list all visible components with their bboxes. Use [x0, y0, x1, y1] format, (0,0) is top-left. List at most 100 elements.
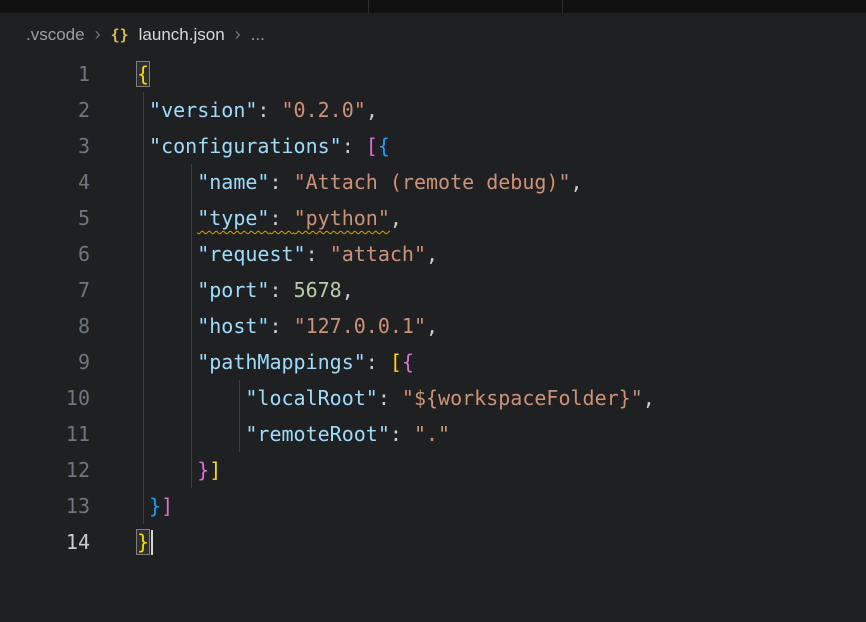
- code-line[interactable]: 9 "pathMappings": [{: [0, 344, 866, 380]
- token: :: [269, 170, 293, 194]
- chevron-right-icon: ›: [235, 25, 241, 45]
- token: ".": [414, 422, 450, 446]
- code-text: "remoteRoot": ".": [137, 416, 450, 452]
- code-text: "type": "python",: [137, 200, 402, 236]
- breadcrumb-more[interactable]: ...: [251, 25, 265, 45]
- tab-separator: [368, 0, 369, 13]
- code-line[interactable]: 3 "configurations": [{: [0, 128, 866, 164]
- code-text: }]: [137, 452, 221, 488]
- breadcrumb-folder[interactable]: .vscode: [26, 25, 85, 45]
- code-line[interactable]: 10 "localRoot": "${workspaceFolder}",: [0, 380, 866, 416]
- line-number[interactable]: 3: [0, 128, 90, 164]
- line-number[interactable]: 9: [0, 344, 90, 380]
- line-number[interactable]: 10: [0, 380, 90, 416]
- token: "port": [197, 278, 269, 302]
- token: ,: [426, 242, 438, 266]
- breadcrumb: .vscode › {} launch.json › ...: [0, 13, 866, 56]
- code-line[interactable]: 12 }]: [0, 452, 866, 488]
- code-line[interactable]: 2 "version": "0.2.0",: [0, 92, 866, 128]
- code-text: "port": 5678,: [137, 272, 354, 308]
- line-number[interactable]: 1: [0, 56, 90, 92]
- token: :: [390, 422, 414, 446]
- token: :: [342, 134, 366, 158]
- token: "configurations": [149, 134, 342, 158]
- token: [: [366, 134, 378, 158]
- code-line[interactable]: 1{: [0, 56, 866, 92]
- token: ]: [161, 494, 173, 518]
- token: "request": [197, 242, 305, 266]
- line-number[interactable]: 2: [0, 92, 90, 128]
- token: ,: [571, 170, 583, 194]
- line-number[interactable]: 14: [0, 524, 90, 560]
- token: [137, 206, 197, 230]
- token: }: [149, 494, 161, 518]
- token: :: [366, 350, 390, 374]
- chevron-right-icon: ›: [95, 25, 101, 45]
- code-text: {: [137, 56, 149, 92]
- indent-guide: [143, 92, 144, 524]
- token: [137, 314, 197, 338]
- token: ,: [366, 98, 378, 122]
- token: [137, 242, 197, 266]
- token: "python": [294, 206, 390, 230]
- code-line[interactable]: 7 "port": 5678,: [0, 272, 866, 308]
- token: {: [137, 62, 149, 86]
- code-line[interactable]: 14}: [0, 524, 866, 560]
- token: "127.0.0.1": [294, 314, 426, 338]
- json-braces-icon: {}: [111, 26, 129, 44]
- token: :: [269, 206, 293, 230]
- tab-separator: [562, 0, 563, 13]
- token: ,: [390, 206, 402, 230]
- token: :: [378, 386, 402, 410]
- token: "type": [197, 206, 269, 230]
- token: [137, 350, 197, 374]
- line-number[interactable]: 8: [0, 308, 90, 344]
- token: "pathMappings": [197, 350, 366, 374]
- code-line[interactable]: 13 }]: [0, 488, 866, 524]
- line-number[interactable]: 7: [0, 272, 90, 308]
- line-number[interactable]: 6: [0, 236, 90, 272]
- code-line[interactable]: 6 "request": "attach",: [0, 236, 866, 272]
- token: [137, 170, 197, 194]
- code-text: "localRoot": "${workspaceFolder}",: [137, 380, 655, 416]
- code-text: "pathMappings": [{: [137, 344, 414, 380]
- code-editor[interactable]: 1{2 "version": "0.2.0",3 "configurations…: [0, 56, 866, 560]
- token: ,: [643, 386, 655, 410]
- token: "0.2.0": [282, 98, 366, 122]
- token: }: [137, 530, 149, 554]
- code-line[interactable]: 5 "type": "python",: [0, 200, 866, 236]
- token: "Attach (remote debug)": [294, 170, 571, 194]
- code-text: "request": "attach",: [137, 236, 438, 272]
- code-lines: 1{2 "version": "0.2.0",3 "configurations…: [0, 56, 866, 560]
- token: "${workspaceFolder}": [402, 386, 643, 410]
- line-number[interactable]: 13: [0, 488, 90, 524]
- code-text: "name": "Attach (remote debug)",: [137, 164, 583, 200]
- token: "version": [149, 98, 257, 122]
- code-line[interactable]: 4 "name": "Attach (remote debug)",: [0, 164, 866, 200]
- token: [137, 458, 197, 482]
- token: [: [390, 350, 402, 374]
- line-number[interactable]: 5: [0, 200, 90, 236]
- token: {: [378, 134, 390, 158]
- code-line[interactable]: 8 "host": "127.0.0.1",: [0, 308, 866, 344]
- tab-bar-strip: [0, 0, 866, 13]
- token: "localRoot": [245, 386, 377, 410]
- token: :: [306, 242, 330, 266]
- line-number[interactable]: 4: [0, 164, 90, 200]
- token: "host": [197, 314, 269, 338]
- indent-guide: [239, 380, 240, 452]
- token: "remoteRoot": [245, 422, 390, 446]
- token: ,: [426, 314, 438, 338]
- token: 5678: [294, 278, 342, 302]
- code-text: "version": "0.2.0",: [137, 92, 378, 128]
- token: [137, 278, 197, 302]
- line-number[interactable]: 12: [0, 452, 90, 488]
- breadcrumb-file[interactable]: launch.json: [139, 25, 225, 45]
- token: "attach": [330, 242, 426, 266]
- line-number[interactable]: 11: [0, 416, 90, 452]
- token: :: [257, 98, 281, 122]
- token: {: [402, 350, 414, 374]
- code-line[interactable]: 11 "remoteRoot": ".": [0, 416, 866, 452]
- token: ,: [342, 278, 354, 302]
- token: "name": [197, 170, 269, 194]
